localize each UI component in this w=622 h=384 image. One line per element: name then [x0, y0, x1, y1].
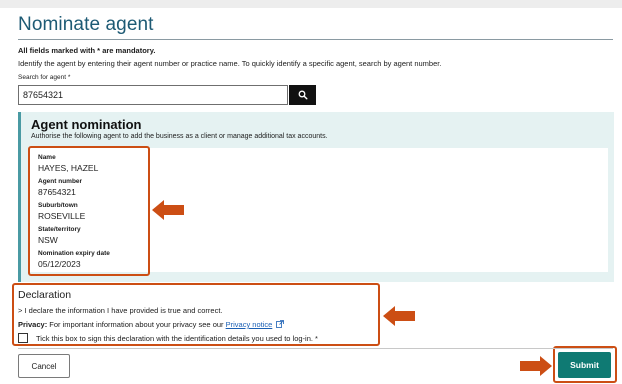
privacy-line: Privacy: For important information about…: [18, 320, 285, 329]
search-button[interactable]: [289, 85, 316, 105]
mandatory-note: All fields marked with * are mandatory.: [18, 46, 156, 55]
agent-details-highlight: [28, 146, 150, 276]
declaration-checkbox-row: Tick this box to sign this declaration w…: [18, 333, 318, 343]
chevron-right-icon: >: [18, 306, 23, 315]
arrow-left-icon: [383, 306, 415, 326]
cancel-button[interactable]: Cancel: [18, 354, 70, 378]
agent-nomination-heading: Agent nomination: [31, 117, 142, 132]
footer-divider: [18, 348, 613, 349]
agent-search-input[interactable]: 87654321: [18, 85, 288, 105]
submit-button[interactable]: Submit: [558, 352, 611, 378]
privacy-notice-link[interactable]: Privacy notice: [226, 320, 273, 329]
external-link-icon: [276, 320, 285, 328]
instruction-text: Identify the agent by entering their age…: [18, 59, 442, 68]
top-bar: [0, 0, 622, 8]
declaration-statement: > I declare the information I have provi…: [18, 306, 223, 315]
privacy-text: For important information about your pri…: [49, 320, 224, 329]
declaration-statement-text: I declare the information I have provide…: [24, 306, 223, 315]
arrow-left-icon: [152, 200, 184, 220]
declaration-heading: Declaration: [18, 289, 72, 301]
agent-nomination-description: Authorise the following agent to add the…: [31, 133, 328, 140]
declaration-checkbox-label: Tick this box to sign this declaration w…: [36, 333, 318, 343]
title-divider: [18, 39, 613, 40]
search-icon: [298, 90, 308, 100]
declaration-checkbox[interactable]: [18, 333, 28, 343]
arrow-right-icon: [520, 356, 552, 376]
privacy-label: Privacy:: [18, 320, 48, 329]
page-title: Nominate agent: [18, 14, 154, 35]
search-label: Search for agent *: [18, 74, 71, 81]
